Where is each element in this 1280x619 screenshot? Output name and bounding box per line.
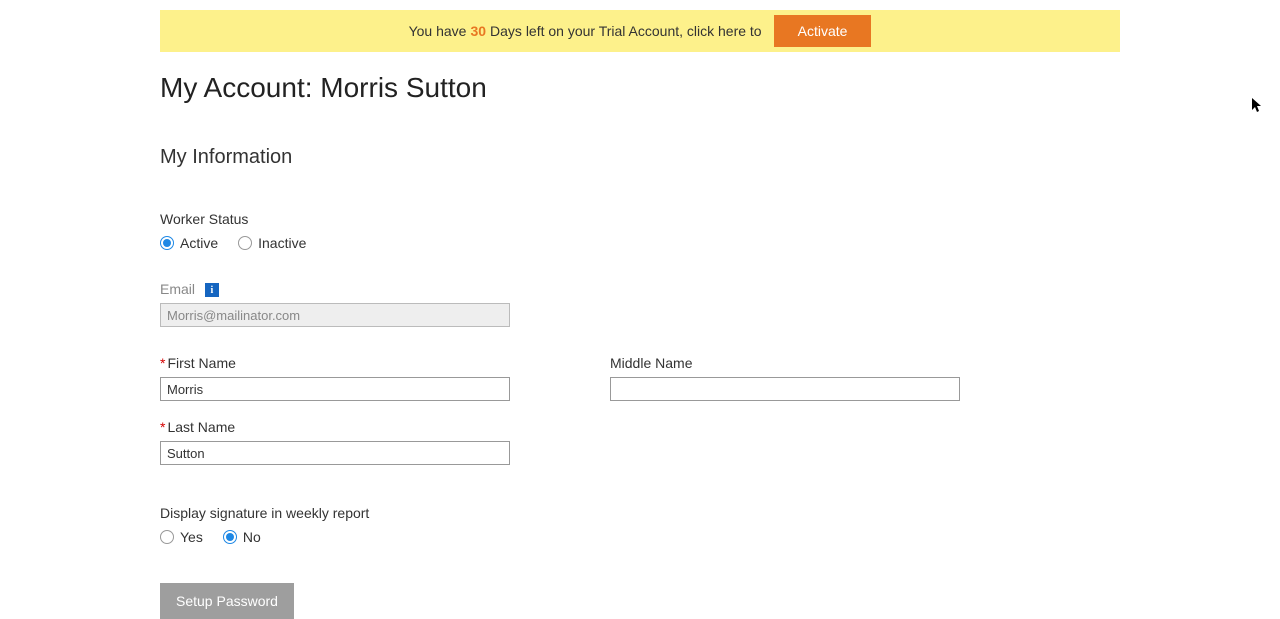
signature-radios: Yes No xyxy=(160,529,1120,545)
radio-active-label: Active xyxy=(180,235,218,251)
radio-yes-label: Yes xyxy=(180,529,203,545)
last-name-field[interactable] xyxy=(160,441,510,465)
radio-no-label: No xyxy=(243,529,261,545)
signature-group: Display signature in weekly report Yes N… xyxy=(160,505,1120,545)
radio-circle-icon xyxy=(160,530,174,544)
last-name-label-text: Last Name xyxy=(167,419,235,435)
middle-name-field[interactable] xyxy=(610,377,960,401)
first-name-field[interactable] xyxy=(160,377,510,401)
trial-pre-text: You have xyxy=(409,23,467,39)
last-name-group: *Last Name xyxy=(160,419,1120,465)
last-name-label: *Last Name xyxy=(160,419,1120,435)
signature-label: Display signature in weekly report xyxy=(160,505,1120,521)
trial-post-text: Days left on your Trial Account, click h… xyxy=(490,23,762,39)
radio-active[interactable]: Active xyxy=(160,235,218,251)
trial-days-count: 30 xyxy=(470,23,486,39)
radio-circle-icon xyxy=(238,236,252,250)
email-label-text: Email xyxy=(160,281,195,297)
middle-name-label: Middle Name xyxy=(610,355,960,371)
worker-status-radios: Active Inactive xyxy=(160,235,1120,251)
radio-inactive-label: Inactive xyxy=(258,235,306,251)
required-star-icon: * xyxy=(160,355,165,371)
email-group: Email i xyxy=(160,281,1120,327)
section-title: My Information xyxy=(160,146,1120,169)
first-name-label: *First Name xyxy=(160,355,510,371)
email-field xyxy=(160,303,510,327)
radio-inactive[interactable]: Inactive xyxy=(238,235,306,251)
radio-signature-no[interactable]: No xyxy=(223,529,261,545)
page-title: My Account: Morris Sutton xyxy=(160,72,1120,104)
radio-circle-icon xyxy=(160,236,174,250)
cursor-icon xyxy=(1252,98,1264,117)
info-icon[interactable]: i xyxy=(205,283,219,297)
required-star-icon: * xyxy=(160,419,165,435)
name-row: *First Name Middle Name xyxy=(160,355,1120,419)
page-content: My Account: Morris Sutton My Information… xyxy=(160,52,1120,619)
worker-status-group: Worker Status Active Inactive xyxy=(160,211,1120,251)
first-name-label-text: First Name xyxy=(167,355,235,371)
radio-signature-yes[interactable]: Yes xyxy=(160,529,203,545)
first-name-group: *First Name xyxy=(160,355,510,401)
email-label: Email i xyxy=(160,281,1120,297)
radio-circle-icon xyxy=(223,530,237,544)
middle-name-group: Middle Name xyxy=(610,355,960,401)
trial-banner: You have 30 Days left on your Trial Acco… xyxy=(160,10,1120,52)
worker-status-label: Worker Status xyxy=(160,211,1120,227)
activate-button[interactable]: Activate xyxy=(774,15,872,47)
setup-password-button[interactable]: Setup Password xyxy=(160,583,294,619)
